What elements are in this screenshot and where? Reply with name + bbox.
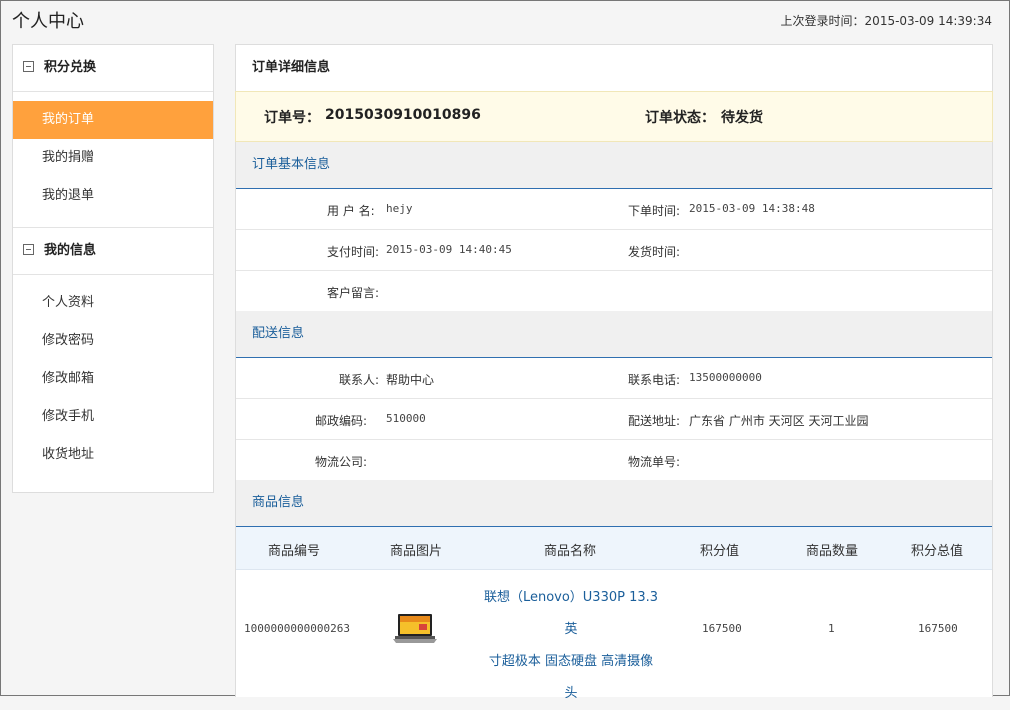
info-row: 客户留言:	[236, 271, 992, 311]
table-row: 1000000000000263 联想（Lenovo）U330P 13.3英 寸…	[236, 570, 992, 701]
sidebar-group-title: 积分兑换	[44, 60, 97, 75]
last-login-info: 上次登录时间：2015-03-09 14:39:34	[781, 12, 992, 29]
goods-quantity: 1	[828, 622, 835, 635]
goods-name-line: 头	[564, 686, 578, 701]
sidebar-list-points: 我的订单 我的捐赠 我的退单	[13, 92, 213, 228]
order-number-value: 2015030910010896	[325, 107, 481, 123]
sidebar-item-shipping-address[interactable]: 收货地址	[13, 436, 213, 474]
col-goods-name: 商品名称	[544, 544, 597, 559]
pay-time-label: 支付时间:	[327, 245, 380, 259]
info-row: 用 户 名: hejy 下单时间: 2015-03-09 14:38:48	[236, 189, 992, 230]
info-row: 物流公司: 物流单号:	[236, 440, 992, 480]
order-status-label: 订单状态：	[645, 110, 715, 126]
info-row: 支付时间: 2015-03-09 14:40:45 发货时间:	[236, 230, 992, 271]
sidebar-group-my-info[interactable]: 我的信息	[13, 228, 213, 275]
section-basic-info: 订单基本信息	[236, 142, 992, 189]
logistics-company-label: 物流公司:	[315, 455, 368, 469]
col-points: 积分值	[700, 544, 740, 559]
zip-label: 邮政编码:	[315, 414, 368, 428]
goods-name-line: 联想（Lenovo）U330P 13.3英	[483, 590, 659, 637]
pay-time-value: 2015-03-09 14:40:45	[386, 243, 512, 256]
sidebar-item-my-orders[interactable]: 我的订单	[13, 101, 213, 139]
goods-table-header: 商品编号 商品图片 商品名称 积分值 商品数量 积分总值	[236, 527, 992, 570]
sidebar-item-change-email[interactable]: 修改邮箱	[13, 360, 213, 398]
order-summary-bar: 订单号： 2015030910010896 订单状态： 待发货	[235, 91, 993, 142]
info-row: 联系人: 帮助中心 联系电话: 13500000000	[236, 358, 992, 399]
laptop-image[interactable]	[391, 612, 439, 646]
ship-time-label: 发货时间:	[628, 245, 681, 259]
col-total-points: 积分总值	[911, 544, 964, 559]
order-time-value: 2015-03-09 14:38:48	[689, 202, 815, 215]
order-time-label: 下单时间:	[628, 204, 681, 218]
sidebar-item-profile[interactable]: 个人资料	[13, 284, 213, 322]
sidebar-list-info: 个人资料 修改密码 修改邮箱 修改手机 收货地址	[13, 275, 213, 486]
collapse-icon[interactable]	[23, 61, 34, 72]
sidebar-item-my-donations[interactable]: 我的捐赠	[13, 139, 213, 177]
section-delivery-info: 配送信息	[236, 311, 992, 358]
goods-name-line: 寸超极本 固态硬盘 高清摄像	[488, 654, 654, 669]
order-status-value: 待发货	[721, 110, 763, 126]
col-goods-id: 商品编号	[268, 544, 321, 559]
last-login-value: 2015-03-09 14:39:34	[864, 14, 992, 28]
col-goods-image: 商品图片	[390, 544, 443, 559]
info-row: 邮政编码: 510000 配送地址: 广东省 广州市 天河区 天河工业园	[236, 399, 992, 440]
goods-id: 1000000000000263	[244, 622, 350, 635]
goods-name-link[interactable]: 联想（Lenovo）U330P 13.3英 寸超极本 固态硬盘 高清摄像 头	[481, 582, 661, 710]
contact-value: 帮助中心	[386, 373, 435, 387]
phone-label: 联系电话:	[628, 373, 681, 387]
sidebar-item-my-returns[interactable]: 我的退单	[13, 177, 213, 215]
sidebar-group-points-exchange[interactable]: 积分兑换	[13, 45, 213, 92]
contact-label: 联系人:	[339, 373, 380, 387]
last-login-label: 上次登录时间：	[780, 14, 865, 28]
address-value: 广东省 广州市 天河区 天河工业园	[689, 414, 869, 428]
username-label: 用 户 名:	[327, 204, 375, 218]
remark-label: 客户留言:	[327, 286, 380, 300]
goods-total-points: 167500	[918, 622, 958, 635]
sidebar-group-title: 我的信息	[44, 243, 97, 258]
tracking-number-label: 物流单号:	[628, 455, 681, 469]
zip-value: 510000	[386, 412, 426, 425]
section-goods-info: 商品信息	[236, 480, 992, 527]
sidebar-item-change-phone[interactable]: 修改手机	[13, 398, 213, 436]
col-quantity: 商品数量	[806, 544, 859, 559]
order-number-label: 订单号：	[264, 110, 320, 126]
panel-title: 订单详细信息	[252, 60, 331, 75]
sidebar: 积分兑换 我的订单 我的捐赠 我的退单 我的信息 个人资料 修改密码 修改邮箱 …	[12, 44, 214, 493]
username-value: hejy	[386, 202, 413, 215]
collapse-icon[interactable]	[23, 244, 34, 255]
phone-value: 13500000000	[689, 371, 762, 384]
page-title: 个人中心	[12, 11, 84, 32]
goods-points: 167500	[702, 622, 742, 635]
sidebar-item-change-password[interactable]: 修改密码	[13, 322, 213, 360]
order-detail-panel: 订单详细信息 订单号： 2015030910010896 订单状态： 待发货 订…	[235, 44, 993, 701]
address-label: 配送地址:	[628, 414, 681, 428]
